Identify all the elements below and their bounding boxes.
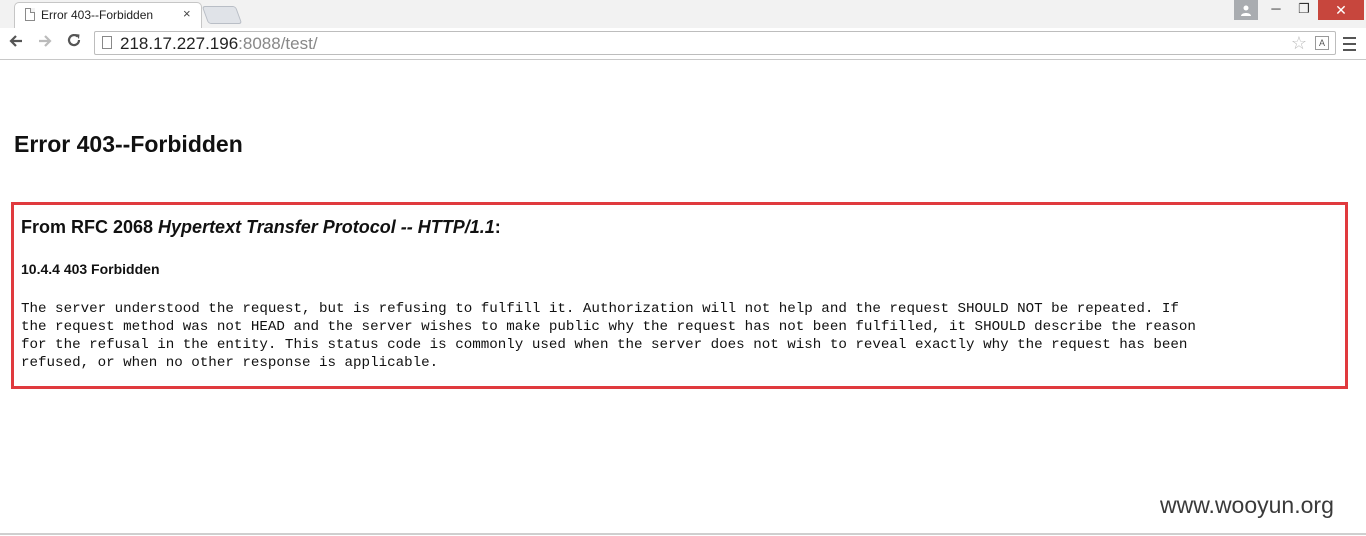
tab-title: Error 403--Forbidden (41, 8, 154, 22)
page-title: Error 403--Forbidden (14, 131, 243, 157)
browser-tab[interactable]: Error 403--Forbidden × (14, 2, 202, 28)
close-tab-icon[interactable]: × (183, 6, 191, 21)
new-tab-button[interactable] (201, 6, 243, 24)
rfc-body-text: The server understood the request, but i… (21, 301, 1196, 371)
star-icon[interactable]: ☆ (1291, 32, 1307, 54)
url-text[interactable]: 218.17.227.196:8088/test/ (120, 34, 318, 54)
minimize-button[interactable]: ─ (1262, 0, 1290, 20)
menu-icon[interactable] (1342, 33, 1358, 53)
rfc-highlight-box: From RFC 2068 Hypertext Transfer Protoco… (11, 202, 1348, 389)
back-arrow-icon[interactable] (5, 32, 27, 54)
extension-icon[interactable]: A (1315, 36, 1329, 50)
bottom-divider (0, 533, 1366, 535)
address-bar[interactable]: 218.17.227.196:8088/test/ ☆ A (94, 31, 1336, 55)
browser-toolbar: 218.17.227.196:8088/test/ ☆ A (0, 28, 1366, 60)
forward-arrow-icon[interactable] (34, 32, 56, 54)
rfc-heading: From RFC 2068 Hypertext Transfer Protoco… (21, 217, 501, 237)
reload-icon[interactable] (63, 32, 85, 54)
page-icon (102, 36, 112, 49)
page-icon (25, 8, 35, 21)
close-window-button[interactable]: ✕ (1318, 0, 1364, 20)
watermark: www.wooyun.org (1160, 492, 1334, 518)
section-title: 10.4.4 403 Forbidden (21, 261, 160, 277)
title-bar: Error 403--Forbidden × ─ ❐ ✕ (0, 0, 1366, 28)
profile-icon[interactable] (1234, 0, 1258, 20)
maximize-button[interactable]: ❐ (1290, 0, 1318, 20)
